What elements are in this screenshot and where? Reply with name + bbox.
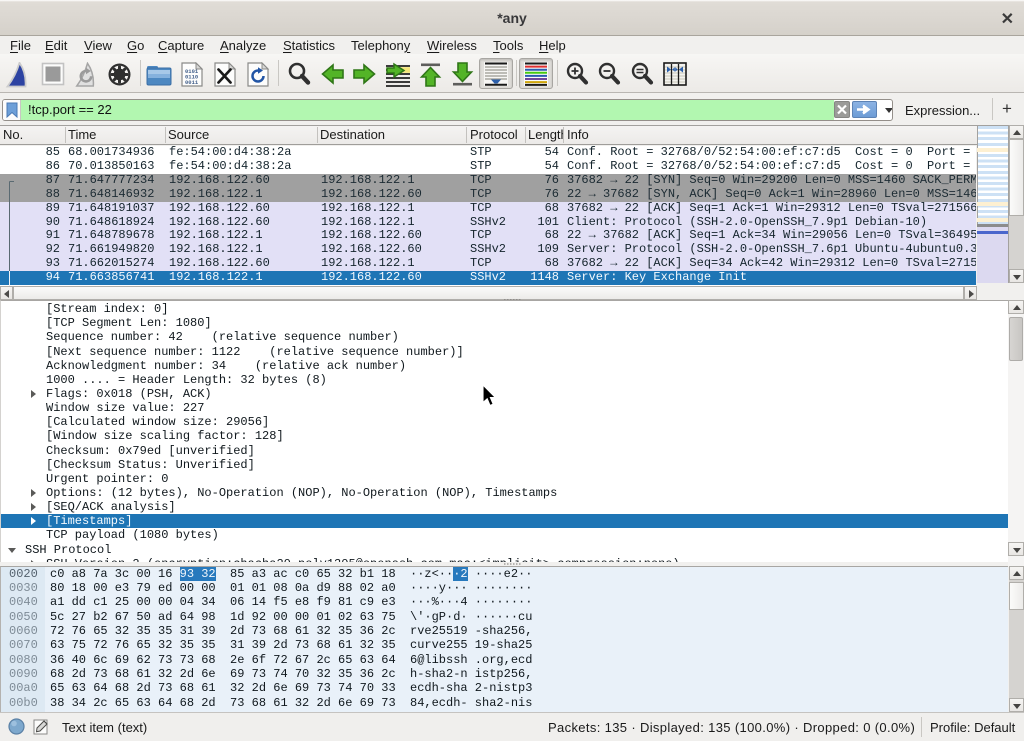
svg-text:0011: 0011 bbox=[185, 79, 199, 86]
